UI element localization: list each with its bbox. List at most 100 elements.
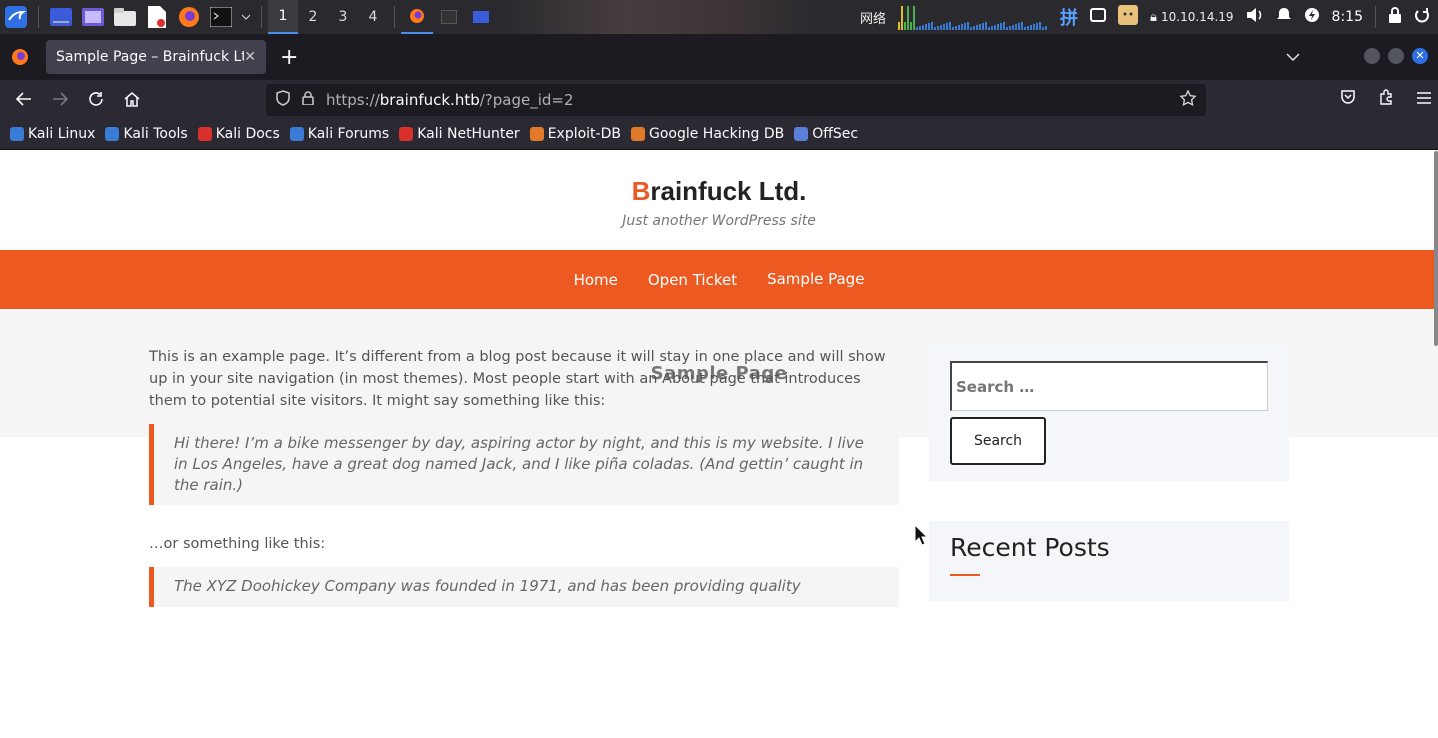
network-graph-bar [948, 22, 951, 30]
content-paragraph: This is an example page. It’s different … [149, 349, 886, 409]
bookmark-item[interactable]: Kali NetHunter [399, 126, 520, 142]
extensions-icon[interactable] [1378, 89, 1394, 109]
terminal-window-button[interactable] [433, 0, 465, 34]
shield-icon[interactable] [276, 90, 290, 110]
bookmark-star-icon[interactable] [1179, 89, 1197, 110]
network-graph-bar [936, 26, 939, 30]
network-graph-bar [1017, 23, 1020, 30]
menu-item-sample-page[interactable]: Sample Page [767, 270, 864, 288]
network-graph-bar [972, 26, 975, 30]
maximize-button[interactable] [1388, 48, 1404, 64]
network-graph-bar [927, 23, 930, 30]
recent-posts-title: Recent Posts [950, 533, 1110, 562]
notification-bell-icon[interactable] [1276, 7, 1292, 27]
bookmark-item[interactable]: Google Hacking DB [630, 125, 785, 142]
vpn-ip: 10.10.14.19 [1161, 9, 1234, 24]
network-graph-bar [981, 23, 984, 30]
arrow-left-icon [16, 92, 31, 106]
desktop-icon[interactable] [47, 3, 75, 31]
network-graph-bar [984, 22, 987, 30]
ime-indicator[interactable]: 拼 [1060, 4, 1078, 30]
workspace-2[interactable]: 2 [298, 0, 328, 34]
browser-nav-bar: https://brainfuck.htb/?page_id=2 [0, 80, 1438, 118]
network-graph-bar [900, 6, 903, 30]
close-tab-icon[interactable]: ✕ [244, 49, 256, 65]
url-bar[interactable]: https://brainfuck.htb/?page_id=2 [266, 84, 1206, 116]
screenshot-tool-icon[interactable] [79, 3, 107, 31]
window-switch-icon[interactable] [1089, 8, 1106, 26]
bookmark-label: Kali Tools [123, 125, 188, 142]
kali-menu-icon[interactable] [2, 3, 30, 31]
bookmark-item[interactable]: OffSec [794, 126, 858, 142]
back-button[interactable] [6, 81, 42, 117]
network-graph-bar [945, 23, 948, 30]
network-graph-bar [1023, 27, 1026, 30]
bookmark-label: Google Hacking DB [648, 125, 785, 142]
reload-button[interactable] [78, 81, 114, 117]
bookmark-item[interactable]: Kali Linux [10, 126, 95, 142]
firefox-view-icon[interactable] [11, 48, 29, 70]
lock-screen-icon[interactable] [1388, 7, 1402, 27]
text-editor-icon[interactable] [143, 3, 171, 31]
network-graph-bar [993, 25, 996, 30]
url-path: /?page_id=2 [479, 91, 574, 109]
lock-icon[interactable] [302, 91, 314, 109]
network-graph-bar [960, 24, 963, 30]
vpn-lock-icon: 🔒︎ [1149, 9, 1157, 25]
forums-icon [289, 126, 304, 141]
site-tagline: Just another WordPress site [622, 213, 816, 229]
firefox-launcher-icon[interactable] [175, 3, 203, 31]
volume-icon[interactable] [1246, 7, 1264, 27]
network-graph-bar [903, 22, 906, 30]
network-graph-bar [990, 26, 993, 30]
network-graph-bar [1035, 23, 1038, 30]
tab-sample-page[interactable]: Sample Page – Brainfuck Ltd. ✕ [46, 40, 266, 74]
terminal-launcher-icon[interactable] [207, 3, 235, 31]
cat-avatar-icon[interactable] [1117, 5, 1138, 29]
network-graph-bar [912, 6, 915, 30]
network-graph-bar [963, 23, 966, 30]
file-manager-icon[interactable] [111, 3, 139, 31]
network-graph-bar [930, 22, 933, 30]
bookmark-item[interactable]: Kali Tools [105, 125, 188, 142]
workspace-3[interactable]: 3 [328, 0, 358, 34]
firefox-window-button[interactable] [401, 0, 433, 34]
site-title-rest: rainfuck Ltd. [650, 176, 807, 206]
bookmark-item[interactable]: Exploit-DB [529, 126, 621, 142]
vpn-status[interactable]: 🔒︎ 10.10.14.19 [1150, 10, 1234, 25]
network-graph-bar [996, 24, 999, 30]
logout-icon[interactable] [1414, 7, 1430, 27]
reload-icon [89, 92, 103, 106]
network-graph-bar [1008, 26, 1011, 30]
network-graph-bar [969, 27, 972, 30]
taskbar-wallpaper-strip [500, 0, 820, 34]
workspace-4[interactable]: 4 [358, 0, 388, 34]
menu-item-home[interactable]: Home [574, 271, 618, 289]
site-title[interactable]: Brainfuck Ltd. [0, 151, 1438, 207]
workspace-1[interactable]: 1 [268, 0, 298, 34]
menu-item-open-ticket[interactable]: Open Ticket [648, 271, 737, 289]
bookmark-label: OffSec [812, 125, 859, 142]
clock[interactable]: 8:15 [1332, 9, 1363, 25]
list-all-tabs-icon[interactable] [1286, 46, 1300, 65]
chevron-down-icon[interactable] [239, 3, 253, 31]
close-window-button[interactable]: ✕ [1412, 48, 1428, 64]
tab-title: Sample Page – Brainfuck Ltd. [56, 49, 245, 65]
search-button[interactable]: Search [950, 417, 1046, 465]
taskbar-separator [38, 6, 39, 28]
page-scrollbar[interactable] [1434, 151, 1438, 346]
forward-button[interactable] [42, 81, 78, 117]
menu-hamburger-icon[interactable] [1416, 90, 1432, 109]
home-button[interactable] [114, 81, 150, 117]
network-graph-bar [951, 27, 954, 30]
minimize-button[interactable] [1364, 48, 1380, 64]
power-manager-icon[interactable] [1304, 7, 1320, 27]
desktop-window-button[interactable] [465, 0, 497, 34]
pocket-icon[interactable] [1340, 89, 1356, 109]
network-graph-bar [939, 25, 942, 30]
bookmark-item[interactable]: Kali Docs [197, 126, 280, 142]
title-accent-underline [950, 574, 980, 576]
new-tab-button[interactable]: + [280, 45, 298, 70]
bookmark-item[interactable]: Kali Forums [289, 126, 389, 142]
search-input[interactable] [950, 361, 1268, 411]
